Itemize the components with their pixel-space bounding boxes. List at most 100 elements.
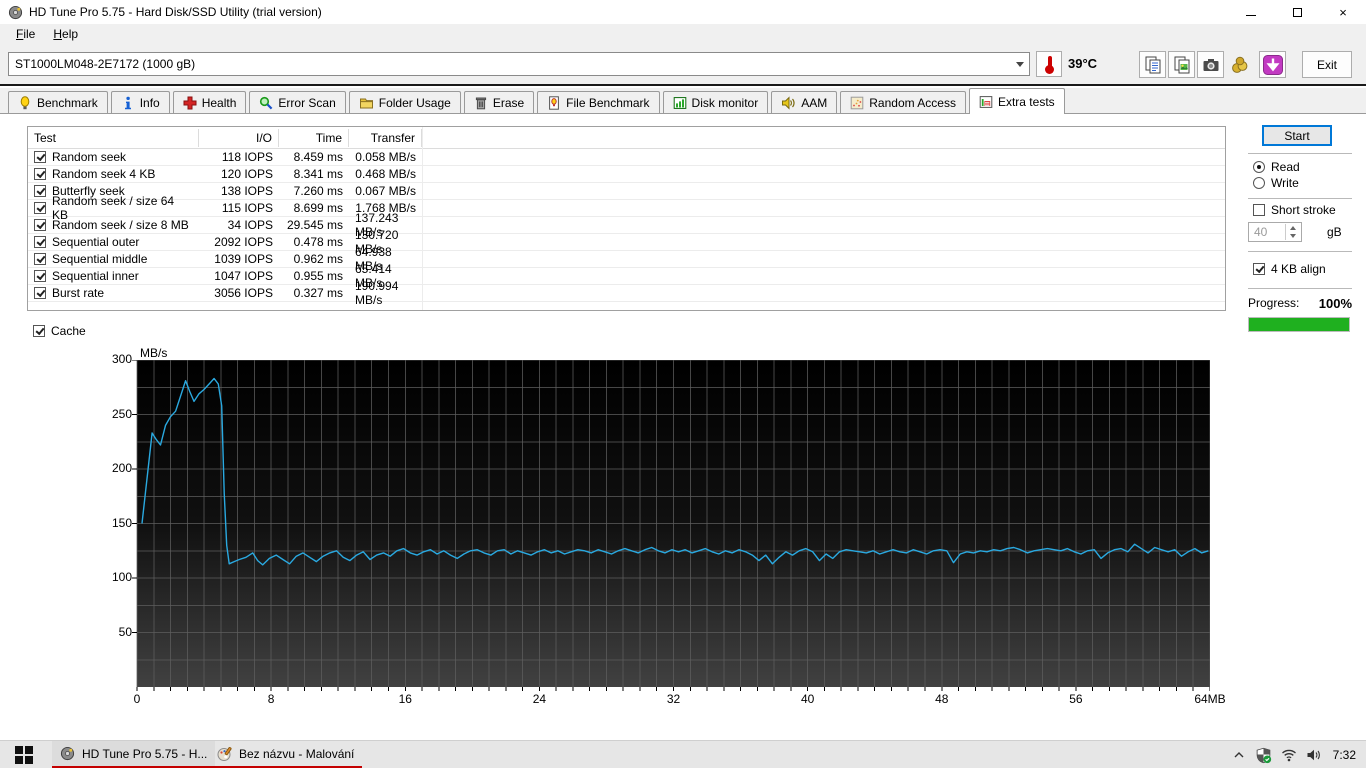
defender-shield-icon[interactable] (1255, 747, 1272, 764)
test-name: Sequential inner (52, 269, 139, 283)
tab-label: Folder Usage (379, 96, 451, 110)
read-radio[interactable]: Read (1253, 160, 1300, 174)
exit-button[interactable]: Exit (1302, 51, 1352, 78)
wifi-icon[interactable] (1281, 748, 1297, 762)
row-checkbox[interactable] (34, 253, 46, 265)
taskbar-app-hdtune[interactable]: HD Tune Pro 5.75 - H... (52, 741, 215, 768)
time-value: 0.478 ms (279, 234, 349, 251)
table-row[interactable]: Sequential inner 1047 IOPS 0.955 ms 65.4… (28, 268, 1225, 285)
time-value: 0.955 ms (279, 268, 349, 285)
transfer-value: 0.067 MB/s (349, 183, 422, 200)
tab-erase[interactable]: Erase (464, 91, 534, 113)
transfer-value: 0.468 MB/s (349, 166, 422, 183)
x-tick-label: 64MB (1188, 692, 1232, 706)
table-row[interactable]: Sequential outer 2092 IOPS 0.478 ms 130.… (28, 234, 1225, 251)
spin-down-button[interactable] (1286, 232, 1300, 240)
row-checkbox[interactable] (34, 202, 46, 214)
x-tick-label: 8 (249, 692, 293, 706)
hdtune-icon (60, 746, 75, 761)
taskbar-app-paint[interactable]: Bez názvu - Malování (208, 741, 362, 768)
start-label: Start (1284, 129, 1309, 143)
time-value: 7.260 ms (279, 183, 349, 200)
tab-info[interactable]: Info (111, 91, 170, 113)
time-value: 29.545 ms (279, 217, 349, 234)
cache-checkbox[interactable]: Cache (33, 324, 86, 338)
system-tray: 7:32 (1232, 741, 1366, 768)
short-stroke-size-spinner[interactable]: 40 (1248, 222, 1302, 242)
app-window: HD Tune Pro 5.75 - Hard Disk/SSD Utility… (0, 0, 1366, 768)
short-stroke-checkbox[interactable]: Short stroke (1253, 203, 1336, 217)
table-row[interactable]: Random seek / size 8 MB 34 IOPS 29.545 m… (28, 217, 1225, 234)
close-icon: × (1339, 6, 1347, 19)
table-row[interactable]: Random seek 4 KB 120 IOPS 8.341 ms 0.468… (28, 166, 1225, 183)
minimize-icon (1246, 15, 1256, 16)
row-checkbox[interactable] (34, 270, 46, 282)
row-checkbox[interactable] (34, 151, 46, 163)
start-button[interactable]: Start (1262, 125, 1332, 146)
buy-button[interactable] (1226, 51, 1253, 78)
tab-error-scan[interactable]: Error Scan (249, 91, 345, 113)
table-row[interactable]: Burst rate 3056 IOPS 0.327 ms 190.994 MB… (28, 285, 1225, 302)
tab-random-access[interactable]: Random Access (840, 91, 966, 113)
transfer-value: 190.994 MB/s (349, 285, 422, 302)
row-checkbox[interactable] (34, 168, 46, 180)
time-value: 0.962 ms (279, 251, 349, 268)
minimize-button[interactable] (1228, 0, 1274, 24)
paint-icon (216, 746, 232, 762)
column-header-test[interactable]: Test (28, 129, 199, 147)
taskbar-app-label: Bez názvu - Malování (239, 747, 354, 761)
transfer-value: 0.058 MB/s (349, 149, 422, 166)
close-button[interactable]: × (1320, 0, 1366, 24)
taskbar-clock[interactable]: 7:32 (1333, 748, 1356, 762)
tab-folder-usage[interactable]: Folder Usage (349, 91, 461, 113)
tab-disk-monitor[interactable]: Disk monitor (663, 91, 769, 113)
progress-value: 100% (1319, 296, 1352, 311)
column-header-io[interactable]: I/O (199, 129, 279, 147)
tab-health[interactable]: Health (173, 91, 247, 113)
4kb-align-checkbox[interactable]: 4 KB align (1253, 262, 1326, 276)
buy-icon (1229, 54, 1251, 76)
table-row[interactable]: Sequential middle 1039 IOPS 0.962 ms 64.… (28, 251, 1225, 268)
screenshot-button[interactable] (1197, 51, 1224, 78)
menu-help[interactable]: Help (45, 25, 86, 43)
chart-canvas (132, 360, 1210, 693)
x-tick-label: 32 (652, 692, 696, 706)
chevron-up-icon[interactable] (1232, 748, 1246, 762)
tab-file-benchmark[interactable]: File Benchmark (537, 91, 659, 113)
time-value: 8.341 ms (279, 166, 349, 183)
menu-file[interactable]: File (8, 25, 43, 43)
spin-up-button[interactable] (1286, 224, 1300, 232)
start-menu-button[interactable] (0, 741, 48, 768)
time-value: 0.327 ms (279, 285, 349, 302)
update-icon (1262, 54, 1284, 76)
table-row[interactable]: Random seek 118 IOPS 8.459 ms 0.058 MB/s (28, 149, 1225, 166)
io-value: 3056 IOPS (199, 285, 279, 302)
row-checkbox[interactable] (34, 287, 46, 299)
row-checkbox[interactable] (34, 185, 46, 197)
y-tick-label: 100 (92, 570, 132, 584)
row-checkbox[interactable] (34, 219, 46, 231)
copy-image-button[interactable] (1168, 51, 1195, 78)
menubar: File Help (0, 24, 1366, 44)
row-checkbox[interactable] (34, 236, 46, 248)
table-row[interactable]: Butterfly seek 138 IOPS 7.260 ms 0.067 M… (28, 183, 1225, 200)
write-radio[interactable]: Write (1253, 176, 1299, 190)
read-label: Read (1271, 160, 1300, 174)
tab-extra-tests[interactable]: Extra tests (969, 88, 1065, 114)
tab-aam[interactable]: AAM (771, 91, 837, 113)
column-header-transfer[interactable]: Transfer (349, 129, 422, 147)
table-row[interactable]: Random seek / size 64 KB 115 IOPS 8.699 … (28, 200, 1225, 217)
tab-benchmark[interactable]: Benchmark (8, 91, 108, 113)
y-tick-label: 300 (92, 352, 132, 366)
separator (1248, 251, 1352, 252)
cache-label: Cache (51, 324, 86, 338)
copy-text-button[interactable] (1139, 51, 1166, 78)
volume-icon[interactable] (1306, 748, 1322, 762)
spinner-arrows (1285, 224, 1300, 240)
align-label: 4 KB align (1271, 262, 1326, 276)
maximize-button[interactable] (1274, 0, 1320, 24)
column-header-time[interactable]: Time (279, 129, 349, 147)
y-tick-label: 50 (92, 625, 132, 639)
drive-selector[interactable]: ST1000LM048-2E7172 (1000 gB) (8, 52, 1030, 76)
update-button[interactable] (1259, 51, 1286, 78)
